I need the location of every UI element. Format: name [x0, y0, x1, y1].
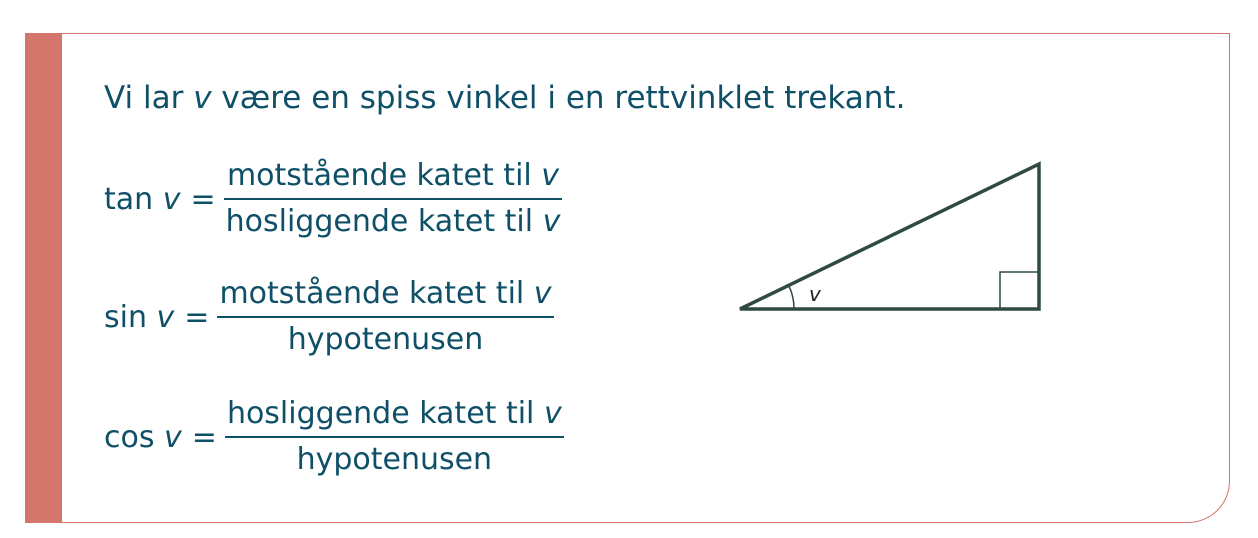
tan-lhs: tan v	[104, 182, 188, 217]
tan-function: tan	[104, 181, 154, 217]
cos-numerator: hosliggende katet til v	[225, 396, 564, 436]
tan-denominator: hosliggende katet til v	[224, 200, 563, 240]
triangle-outline	[739, 161, 1041, 311]
sin-equals-sign: =	[184, 299, 210, 335]
sin-variable: v	[156, 299, 175, 335]
sin-numerator: motstående katet til v	[217, 276, 553, 316]
cos-lhs: cos v	[104, 420, 190, 455]
intro-text-end: være en spiss vinkel i en rettvinklet tr…	[211, 80, 906, 116]
intro-variable: v	[193, 80, 212, 116]
tan-denominator-text: hosliggende katet til	[225, 204, 534, 239]
sin-formula: sin v = motstående katet til v hypotenus…	[104, 276, 554, 358]
sin-numerator-variable: v	[533, 276, 552, 311]
right-triangle-figure: v	[739, 161, 1041, 311]
sin-fraction: motstående katet til v hypotenusen	[217, 276, 554, 358]
cos-equals-sign: =	[191, 419, 217, 455]
tan-denominator-variable: v	[542, 204, 561, 239]
angle-label: v	[809, 282, 822, 306]
intro-text-start: Vi lar	[104, 80, 194, 116]
cos-denominator: hypotenusen	[295, 438, 495, 478]
cos-variable: v	[164, 419, 182, 455]
sin-lhs: sin v	[104, 300, 182, 335]
tan-variable: v	[162, 181, 181, 217]
cos-numerator-variable: v	[543, 396, 562, 431]
right-angle-marker	[999, 271, 1039, 309]
cos-function: cos	[104, 419, 155, 455]
cos-denominator-text: hypotenusen	[296, 442, 493, 477]
tan-numerator: motstående katet til v	[225, 158, 561, 198]
angle-arc	[788, 285, 795, 310]
intro-text: Vi lar v være en spiss vinkel i en rettv…	[104, 78, 905, 118]
cos-numerator-text: hosliggende katet til	[226, 396, 535, 431]
tan-formula: tan v = motstående katet til v hosliggen…	[104, 158, 563, 240]
cos-formula: cos v = hosliggende katet til v hypotenu…	[104, 396, 564, 478]
tan-fraction: motstående katet til v hosliggende katet…	[223, 158, 563, 240]
accent-bar	[25, 33, 62, 523]
tan-numerator-variable: v	[541, 158, 560, 193]
tan-equals-sign: =	[190, 181, 216, 217]
sin-numerator-text: motstående katet til	[219, 276, 525, 311]
cos-fraction: hosliggende katet til v hypotenusen	[224, 396, 564, 478]
tan-numerator-text: motstående katet til	[226, 158, 532, 193]
sin-denominator: hypotenusen	[286, 318, 486, 358]
sin-denominator-text: hypotenusen	[287, 322, 484, 357]
sin-function: sin	[104, 299, 147, 335]
